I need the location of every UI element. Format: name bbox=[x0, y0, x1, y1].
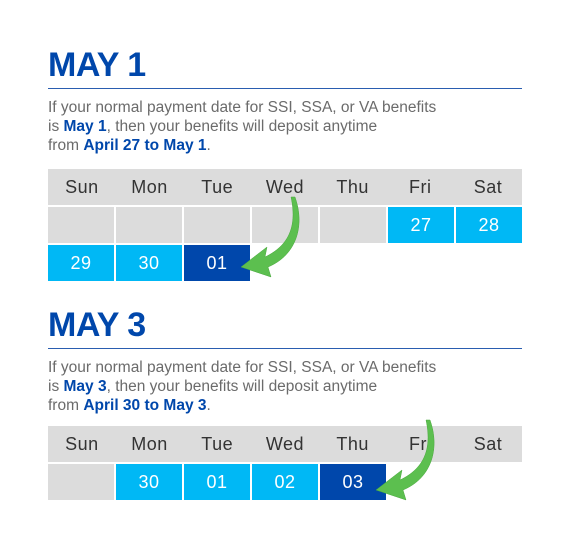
payment-date: May 3 bbox=[63, 378, 107, 395]
weekday-header: Sun Mon Tue Wed Thu Fri Sat bbox=[48, 426, 522, 462]
weekday-sun: Sun bbox=[48, 426, 116, 462]
day-cell-deposit: 30 bbox=[116, 464, 182, 500]
desc-line: If your normal payment date for SSI, SSA… bbox=[48, 99, 437, 116]
desc-text: . bbox=[206, 397, 211, 414]
calendar-may-1: Sun Mon Tue Wed Thu Fri Sat 27 28 29 30 … bbox=[48, 169, 522, 283]
weekday-header: Sun Mon Tue Wed Thu Fri Sat bbox=[48, 169, 522, 205]
day-cell-deposit: 01 bbox=[184, 464, 250, 500]
section-title: MAY 1 bbox=[48, 46, 146, 84]
weekday-tue: Tue bbox=[183, 426, 252, 462]
day-cell-empty bbox=[48, 207, 114, 243]
divider bbox=[48, 88, 522, 89]
section-description: If your normal payment date for SSI, SSA… bbox=[48, 98, 522, 155]
divider bbox=[48, 348, 522, 349]
weekday-wed: Wed bbox=[251, 169, 319, 205]
desc-text: , then your benefits will deposit anytim… bbox=[106, 378, 378, 395]
section-may-3: MAY 3 If your normal payment date for SS… bbox=[48, 308, 522, 415]
weekday-fri: Fri bbox=[386, 426, 455, 462]
desc-text: is bbox=[48, 118, 64, 135]
day-cell-empty bbox=[252, 207, 318, 243]
day-cell-empty bbox=[320, 207, 386, 243]
section-title: MAY 3 bbox=[48, 306, 146, 344]
weekday-thu: Thu bbox=[318, 169, 387, 205]
calendar-week: 27 28 bbox=[48, 207, 522, 243]
day-cell-empty bbox=[48, 464, 114, 500]
day-cell-empty bbox=[116, 207, 182, 243]
day-cell-payment-date: 01 bbox=[184, 245, 250, 281]
weekday-thu: Thu bbox=[318, 426, 387, 462]
section-may-1: MAY 1 If your normal payment date for SS… bbox=[48, 48, 522, 155]
desc-text: from bbox=[48, 397, 84, 414]
desc-text: from bbox=[48, 137, 84, 154]
weekday-sat: Sat bbox=[454, 426, 522, 462]
weekday-wed: Wed bbox=[251, 426, 319, 462]
weekday-mon: Mon bbox=[115, 169, 184, 205]
day-cell-deposit: 02 bbox=[252, 464, 318, 500]
section-description: If your normal payment date for SSI, SSA… bbox=[48, 358, 522, 415]
weekday-mon: Mon bbox=[115, 426, 184, 462]
calendar-may-3: Sun Mon Tue Wed Thu Fri Sat 30 01 02 03 bbox=[48, 426, 522, 502]
day-cell-payment-date: 03 bbox=[320, 464, 386, 500]
deposit-range: April 30 to May 3 bbox=[83, 397, 207, 414]
weekday-sun: Sun bbox=[48, 169, 116, 205]
weekday-fri: Fri bbox=[386, 169, 455, 205]
desc-line: If your normal payment date for SSI, SSA… bbox=[48, 359, 437, 376]
desc-text: , then your benefits will deposit anytim… bbox=[106, 118, 378, 135]
weekday-tue: Tue bbox=[183, 169, 252, 205]
calendar-week: 29 30 01 bbox=[48, 245, 522, 281]
day-cell-empty bbox=[184, 207, 250, 243]
desc-text: is bbox=[48, 378, 64, 395]
day-cell-deposit: 29 bbox=[48, 245, 114, 281]
day-cell-deposit: 30 bbox=[116, 245, 182, 281]
day-cell-deposit: 27 bbox=[388, 207, 454, 243]
calendar-week: 30 01 02 03 bbox=[48, 464, 522, 500]
weekday-sat: Sat bbox=[454, 169, 522, 205]
payment-date: May 1 bbox=[63, 118, 107, 135]
deposit-range: April 27 to May 1 bbox=[83, 137, 207, 154]
day-cell-deposit: 28 bbox=[456, 207, 522, 243]
desc-text: . bbox=[206, 137, 211, 154]
